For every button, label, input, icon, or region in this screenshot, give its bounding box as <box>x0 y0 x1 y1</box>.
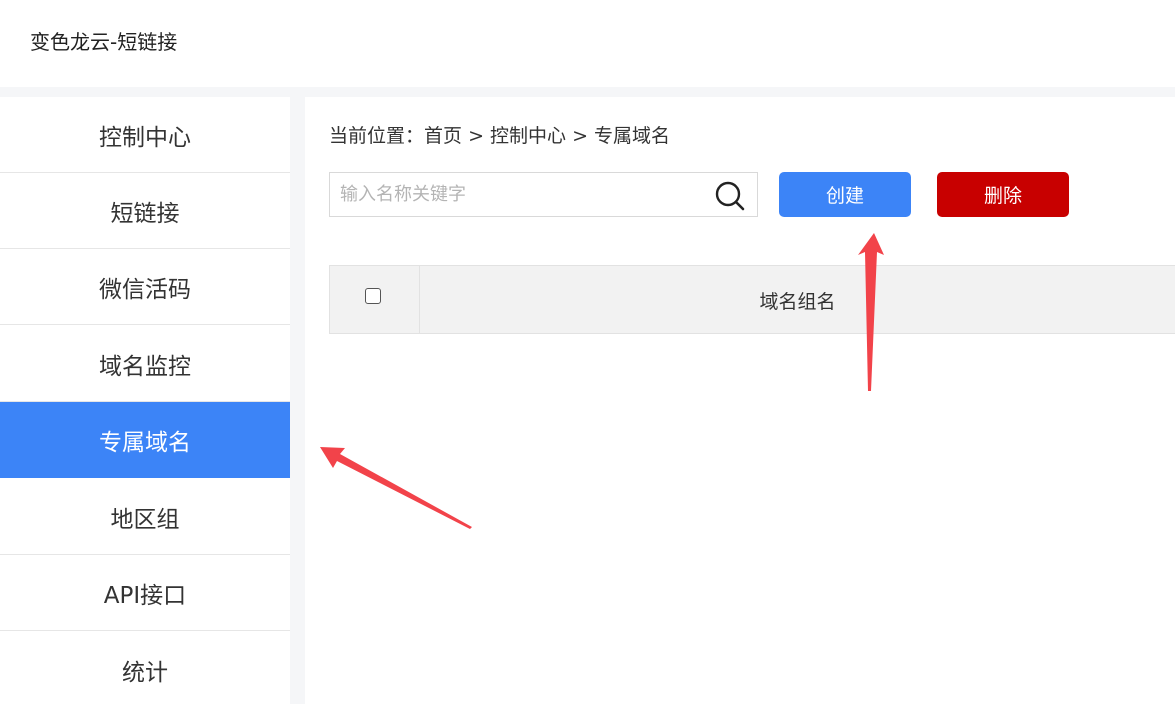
sidebar-item-domain-monitor[interactable]: 域名监控 <box>0 326 290 402</box>
table-header: 域名组名 <box>329 265 1175 334</box>
sidebar-item-dedicated-domain[interactable]: 专属域名 <box>0 402 290 478</box>
sidebar-item-statistics[interactable]: 统计 <box>0 632 290 704</box>
sidebar-item-region-group[interactable]: 地区组 <box>0 479 290 555</box>
sidebar-item-api[interactable]: API接口 <box>0 555 290 631</box>
select-all-checkbox[interactable] <box>365 288 381 304</box>
sidebar-nav: 控制中心 短链接 微信活码 域名监控 专属域名 地区组 API接口 统计 <box>0 97 290 704</box>
breadcrumb: 当前位置：首页 > 控制中心 > 专属域名 <box>329 123 670 149</box>
create-button[interactable]: 创建 <box>779 172 911 217</box>
app-window: 变色龙云-短链接 控制中心 短链接 微信活码 域名监控 专属域名 地区组 API… <box>0 0 1175 704</box>
breadcrumb-prefix: 当前位置： <box>329 125 425 147</box>
breadcrumb-current: 专属域名 <box>594 125 671 147</box>
top-header: 变色龙云-短链接 <box>0 0 1175 87</box>
select-all-cell <box>330 266 420 333</box>
breadcrumb-control-center[interactable]: 控制中心 <box>490 125 566 147</box>
breadcrumb-separator: > <box>462 125 491 147</box>
breadcrumb-separator: > <box>566 125 595 147</box>
sidebar-item-short-links[interactable]: 短链接 <box>0 173 290 249</box>
delete-button[interactable]: 删除 <box>937 172 1069 217</box>
search-icon[interactable] <box>715 181 745 211</box>
sidebar-item-wechat-code[interactable]: 微信活码 <box>0 249 290 325</box>
sidebar-item-control-center[interactable]: 控制中心 <box>0 97 290 173</box>
column-header-domain-group[interactable]: 域名组名 <box>420 266 1175 333</box>
search-box <box>329 172 758 217</box>
search-input[interactable] <box>330 173 700 216</box>
main-content: 当前位置：首页 > 控制中心 > 专属域名 创建 删除 域名组名 <box>305 97 1175 704</box>
app-title: 变色龙云-短链接 <box>30 30 178 54</box>
breadcrumb-home[interactable]: 首页 <box>424 125 462 147</box>
